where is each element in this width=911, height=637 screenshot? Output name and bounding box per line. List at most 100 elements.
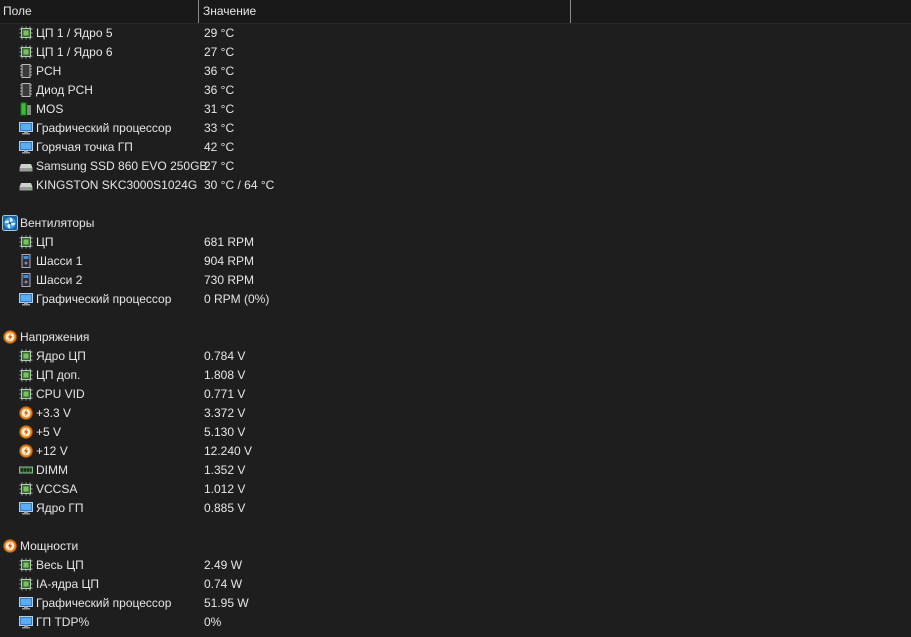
sensor-row[interactable]: Шасси 2 730 RPM — [0, 271, 911, 290]
column-divider[interactable] — [570, 0, 571, 23]
sensor-value: 1.808 V — [204, 368, 246, 382]
sensor-row[interactable]: MOS 31 °C — [0, 100, 911, 119]
sensor-value: 36 °C — [204, 83, 235, 97]
sensor-label: Шасси 1 — [36, 254, 83, 268]
sensor-value: 12.240 V — [204, 444, 253, 458]
sensor-row[interactable]: VCCSA 1.012 V — [0, 480, 911, 499]
sensor-value: 3.372 V — [204, 406, 246, 420]
battery-icon — [19, 102, 33, 116]
sensor-label: MOS — [36, 102, 64, 116]
sensor-row[interactable]: +12 V 12.240 V — [0, 442, 911, 461]
cpu-icon — [19, 482, 33, 496]
sensor-row[interactable]: ГП TDP% 0% — [0, 613, 911, 632]
group-label: Мощности — [20, 539, 79, 553]
sensor-row[interactable]: +3.3 V 3.372 V — [0, 404, 911, 423]
sensor-label: Графический процессор — [36, 121, 172, 135]
monitor-icon — [19, 292, 33, 306]
sensor-value: 730 RPM — [204, 273, 255, 287]
sensor-label: Горячая точка ГП — [36, 140, 133, 154]
sensor-value: 2.49 W — [204, 558, 243, 572]
sensor-value: 0.885 V — [204, 501, 246, 515]
column-divider[interactable] — [198, 0, 199, 23]
sensor-value: 31 °C — [204, 102, 235, 116]
drive-icon — [19, 159, 33, 173]
sensor-row[interactable]: Графический процессор 33 °C — [0, 119, 911, 138]
sensor-label: ЦП 1 / Ядро 6 — [36, 45, 113, 59]
group-label: Напряжения — [20, 330, 90, 344]
power-icon — [2, 329, 18, 345]
sensor-row[interactable]: PCH 36 °C — [0, 62, 911, 81]
sensor-row[interactable]: Ядро ЦП 0.784 V — [0, 347, 911, 366]
sensor-row[interactable]: Горячая точка ГП 42 °C — [0, 138, 911, 157]
case-icon — [19, 273, 33, 287]
sensor-label: Графический процессор — [36, 292, 172, 306]
sensor-label: Ядро ЦП — [36, 349, 86, 363]
sensor-value: 904 RPM — [204, 254, 255, 268]
sensor-label: PCH — [36, 64, 62, 78]
monitor-icon — [19, 121, 33, 135]
sensor-row[interactable]: ЦП доп. 1.808 V — [0, 366, 911, 385]
sensor-label: Диод PCH — [36, 83, 93, 97]
cpu-icon — [19, 45, 33, 59]
sensor-label: VCCSA — [36, 482, 78, 496]
sensor-value: 51.95 W — [204, 596, 249, 610]
drive-icon — [19, 178, 33, 192]
cpu-icon — [19, 26, 33, 40]
column-header-value[interactable]: Значение — [203, 0, 568, 23]
cpu-icon — [19, 368, 33, 382]
sensor-label: ЦП — [36, 235, 54, 249]
sensor-row[interactable]: Ядро ГП 0.885 V — [0, 499, 911, 518]
group-row[interactable]: Напряжения — [0, 328, 911, 347]
sensor-value: 42 °C — [204, 140, 235, 154]
sensor-value: 27 °C — [204, 45, 235, 59]
sensor-row[interactable]: KINGSTON SKC3000S1024G 30 °C / 64 °C — [0, 176, 911, 195]
sensor-value: 33 °C — [204, 121, 235, 135]
column-header: Поле Значение — [0, 0, 911, 24]
monitor-icon — [19, 615, 33, 629]
sensor-value: 30 °C / 64 °C — [204, 178, 275, 192]
group-row[interactable]: Вентиляторы — [0, 214, 911, 233]
sensor-label: KINGSTON SKC3000S1024G — [36, 178, 198, 192]
cpu-icon — [19, 349, 33, 363]
sensor-value: 0 RPM (0%) — [204, 292, 270, 306]
sensor-row[interactable]: Весь ЦП 2.49 W — [0, 556, 911, 575]
sensor-value: 0.771 V — [204, 387, 246, 401]
blank-row — [0, 518, 911, 537]
sensor-value: 0.784 V — [204, 349, 246, 363]
sensor-label: +5 V — [36, 425, 62, 439]
sensor-value: 29 °C — [204, 26, 235, 40]
sensor-row[interactable]: ЦП 681 RPM — [0, 233, 911, 252]
sensor-label: Ядро ГП — [36, 501, 84, 515]
sensor-label: ГП TDP% — [36, 615, 90, 629]
sensor-value: 1.352 V — [204, 463, 246, 477]
sensor-row[interactable]: DIMM 1.352 V — [0, 461, 911, 480]
sensor-row[interactable]: Графический процессор 51.95 W — [0, 594, 911, 613]
sensor-row[interactable]: ЦП 1 / Ядро 5 29 °C — [0, 24, 911, 43]
cpu-icon — [19, 387, 33, 401]
sensor-row[interactable]: Шасси 1 904 RPM — [0, 252, 911, 271]
column-header-field[interactable]: Поле — [3, 0, 198, 23]
monitor-icon — [19, 596, 33, 610]
blank-row — [0, 195, 911, 214]
monitor-icon — [19, 140, 33, 154]
sensor-row[interactable]: Графический процессор 0 RPM (0%) — [0, 290, 911, 309]
cpu-icon — [19, 235, 33, 249]
power-icon — [19, 425, 33, 439]
sensor-row[interactable]: IA-ядра ЦП 0.74 W — [0, 575, 911, 594]
sensor-row[interactable]: Диод PCH 36 °C — [0, 81, 911, 100]
sensor-label: +3.3 V — [36, 406, 72, 420]
cpu-icon — [19, 577, 33, 591]
sensor-row[interactable]: +5 V 5.130 V — [0, 423, 911, 442]
sensor-label: Samsung SSD 860 EVO 250GB — [36, 159, 208, 173]
sensor-row[interactable]: Samsung SSD 860 EVO 250GB 27 °C — [0, 157, 911, 176]
group-label: Вентиляторы — [20, 216, 95, 230]
sensor-value: 1.012 V — [204, 482, 246, 496]
sensor-label: ЦП 1 / Ядро 5 — [36, 26, 113, 40]
case-icon — [19, 254, 33, 268]
sensor-label: Графический процессор — [36, 596, 172, 610]
sensor-row[interactable]: CPU VID 0.771 V — [0, 385, 911, 404]
monitor-icon — [19, 501, 33, 515]
group-row[interactable]: Мощности — [0, 537, 911, 556]
sensor-row[interactable]: ЦП 1 / Ядро 6 27 °C — [0, 43, 911, 62]
sensor-value: 0% — [204, 615, 222, 629]
